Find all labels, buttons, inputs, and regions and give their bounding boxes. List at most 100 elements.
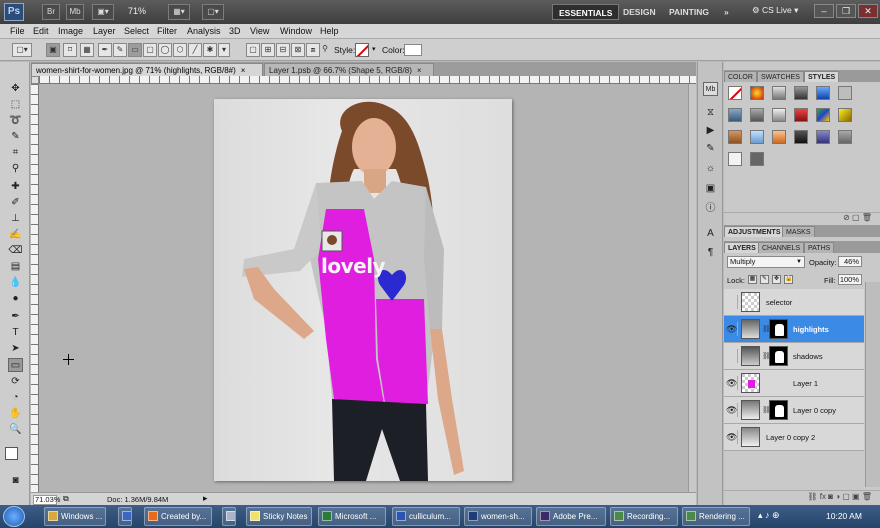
vertical-scrollbar[interactable] [688,84,696,492]
style-swatch[interactable] [728,108,742,122]
marquee-tool-icon[interactable]: ⬚ [8,98,23,112]
quick-mask-icon[interactable]: ◙ [8,474,23,488]
taskbar-clock[interactable]: 10:20 AM [826,511,862,521]
tab-masks[interactable]: MASKS [782,226,815,237]
layer-row-layer-0-copy[interactable]: 👁 ⛓ Layer 0 copy [724,397,864,424]
style-swatch[interactable] [838,86,852,100]
taskbar-item[interactable]: Sticky Notes [246,507,312,526]
ruler-origin[interactable] [31,76,39,84]
layer-mask-thumbnail[interactable] [769,346,788,366]
tab-adjustments[interactable]: ADJUSTMENTS [724,226,785,237]
start-button[interactable] [3,506,25,527]
color-swatch[interactable] [404,44,422,56]
style-swatch[interactable] [728,152,742,166]
taskbar-item[interactable] [118,507,132,526]
dodge-tool-icon[interactable]: ● [8,292,23,306]
tab-women-shirt[interactable]: women-shirt-for-women.jpg @ 71% (highlig… [31,63,263,76]
menu-image[interactable]: Image [58,26,83,36]
zoom-level-dropdown[interactable]: 71% [128,6,146,16]
taskbar-item[interactable]: Adobe Pre... [536,507,606,526]
style-swatch[interactable] [816,108,830,122]
eye-icon[interactable]: 👁 [726,376,738,390]
style-swatch[interactable] [772,86,786,100]
style-dropdown-icon[interactable]: ▾ [372,45,376,53]
cs-live-menu[interactable]: ⚙ CS Live ▾ [752,5,798,16]
blend-mode-select[interactable]: Multiply ▼ [727,256,805,268]
tab-paths[interactable]: PATHS [804,242,835,253]
style-swatch[interactable] [750,152,764,166]
rounded-rectangle-icon[interactable]: ▢ [143,43,157,57]
intersect-area-icon[interactable]: ⊠ [291,43,305,57]
pen-tool-icon[interactable]: ✒ [98,43,112,57]
close-icon[interactable]: ✕ [858,4,878,18]
style-swatch[interactable] [750,130,764,144]
actions-icon[interactable]: ▶ [703,124,718,138]
exclude-area-icon[interactable]: ⧈ [306,43,320,57]
mini-bridge-icon[interactable]: Mb [703,82,718,96]
link-icon[interactable]: ⚲ [320,43,330,57]
history-icon[interactable]: ⧖ [703,106,718,120]
taskbar-item[interactable]: Windows ... [44,507,106,526]
add-to-area-icon[interactable]: ⊞ [261,43,275,57]
healing-brush-icon[interactable]: ✚ [8,180,23,194]
properties-icon[interactable]: ⓘ [703,202,718,216]
opacity-input[interactable]: 46% [838,256,862,267]
view-extras-button[interactable]: ▣▾ [92,4,114,20]
tab-styles[interactable]: STYLES [804,71,840,82]
character-icon[interactable]: A [703,227,718,241]
lock-transparency-icon[interactable]: ▦ [748,275,757,284]
close-tab-icon[interactable]: × [241,66,246,75]
line-tool-icon[interactable]: ╱ [188,43,202,57]
new-layer-mode-icon[interactable]: ▢ [246,43,260,57]
style-swatch[interactable] [772,108,786,122]
style-none[interactable] [728,86,742,100]
eye-icon[interactable]: 👁 [726,322,738,336]
3d-rotate-icon[interactable]: ⟳ [8,375,23,389]
menu-layer[interactable]: Layer [93,26,116,36]
layer-row-shadows[interactable]: ⛓ shadows [724,343,864,370]
custom-shape-icon[interactable]: ✱ [203,43,217,57]
navigator-icon[interactable]: ▣ [703,182,718,196]
tool-presets-icon[interactable]: ✎ [703,142,718,156]
path-selection-icon[interactable]: ➤ [8,342,23,356]
menu-help[interactable]: Help [320,26,339,36]
3d-orbit-icon[interactable]: ◔ [8,391,23,405]
polygon-tool-icon[interactable]: ⬡ [173,43,187,57]
minimize-icon[interactable]: – [814,4,834,18]
style-swatch[interactable] [772,130,786,144]
system-tray-icons[interactable]: ▴ ♪ ⊕ [758,510,780,521]
quick-selection-icon[interactable]: ✎ [8,130,23,144]
image-canvas[interactable]: lovely [214,99,512,481]
taskbar-item[interactable]: Rendering ... [682,507,750,526]
clone-stamp-icon[interactable]: ⊥ [8,212,23,226]
tool-preset-picker[interactable]: ▢▾ [12,43,32,57]
lasso-tool-icon[interactable]: ➰ [8,114,23,128]
style-swatch[interactable] [838,108,852,122]
style-swatch[interactable] [728,130,742,144]
style-swatch[interactable] [816,86,830,100]
tab-layer1-psb[interactable]: Layer 1.psb @ 66.7% (Shape 5, RGB/8) × [264,63,434,76]
taskbar-item[interactable]: Microsoft ... [318,507,386,526]
crop-tool-icon[interactable]: ⌗ [8,146,23,160]
lock-image-icon[interactable]: ✎ [760,275,769,284]
tab-swatches[interactable]: SWATCHES [757,71,804,82]
layer-row-highlights[interactable]: 👁 ⛓ highlights [724,316,864,343]
freeform-pen-icon[interactable]: ✎ [113,43,127,57]
status-icon[interactable]: ⧉ [63,494,69,504]
rectangle-shape-tool-icon[interactable]: ▭ [8,358,23,372]
taskbar-item[interactable]: women-sh... [464,507,532,526]
taskbar-item[interactable]: Recording... [610,507,678,526]
visibility-toggle[interactable] [726,295,738,309]
menu-file[interactable]: File [10,26,25,36]
blur-tool-icon[interactable]: 💧 [8,276,23,290]
rectangle-tool-icon[interactable]: ▭ [128,43,142,57]
style-swatch[interactable] [750,86,764,100]
shape-layers-icon[interactable]: ▣ [46,43,60,57]
layers-footer-buttons[interactable]: ⛓ fx ◙ ◑ ▢ ▣ 🗑 [724,490,880,504]
fill-input[interactable]: 100% [838,274,862,285]
layer-row-selector[interactable]: selector [724,289,864,316]
style-swatch[interactable] [794,108,808,122]
menu-edit[interactable]: Edit [33,26,49,36]
restore-icon[interactable]: ❐ [836,4,856,18]
style-swatch[interactable] [838,130,852,144]
